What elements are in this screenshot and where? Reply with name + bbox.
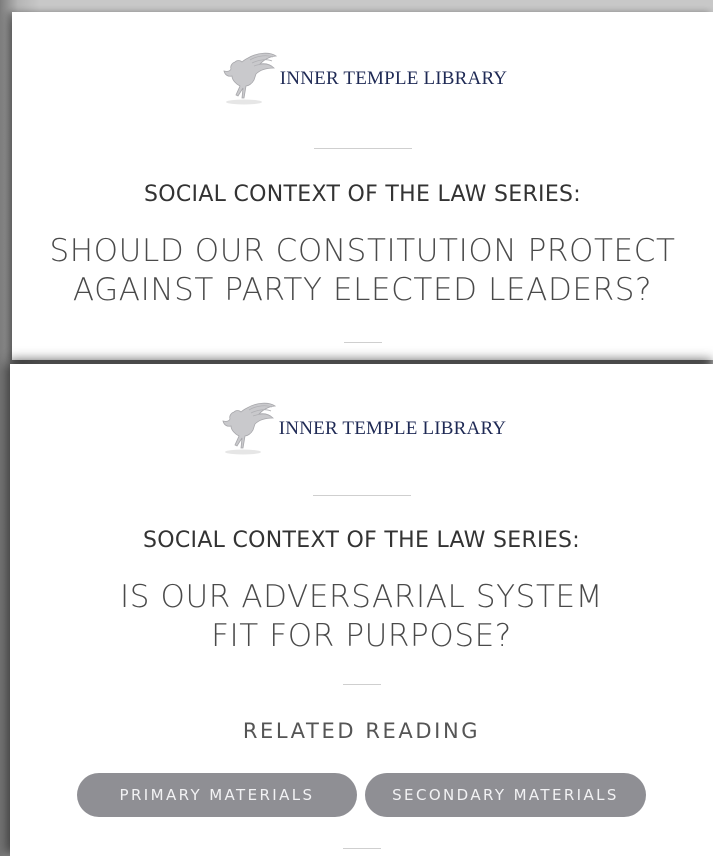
- library-logo[interactable]: INNER TEMPLE LIBRARY: [12, 50, 713, 106]
- event-title-line: FIT FOR PURPOSE?: [211, 617, 512, 654]
- divider: [343, 342, 382, 343]
- related-reading-heading: RELATED READING: [242, 719, 481, 743]
- primary-materials-button[interactable]: PRIMARY MATERIALS: [77, 773, 357, 817]
- library-logo[interactable]: INNER TEMPLE LIBRARY: [10, 400, 713, 456]
- series-label: SOCIAL CONTEXT OF THE LAW SERIES:: [143, 182, 582, 207]
- divider: [342, 848, 381, 849]
- event-title: SHOULD OUR CONSTITUTION PROTECT AGAINST …: [12, 232, 713, 310]
- series-label: SOCIAL CONTEXT OF THE LAW SERIES:: [142, 528, 581, 553]
- event-title-line: IS OUR ADVERSARIAL SYSTEM: [119, 579, 604, 615]
- library-name: INNER TEMPLE LIBRARY: [279, 68, 508, 89]
- pegasus-icon: [222, 402, 276, 455]
- screenshot-canvas: INNER TEMPLE LIBRARY SOCIAL CONTEXT OF T…: [0, 0, 713, 856]
- event-title-line: AGAINST PARTY ELECTED LEADERS?: [72, 271, 653, 308]
- event-title-line: SHOULD OUR CONSTITUTION PROTECT: [49, 233, 676, 269]
- related-reading-buttons: PRIMARY MATERIALS SECONDARY MATERIALS: [10, 773, 713, 817]
- divider: [312, 495, 411, 496]
- library-name: INNER TEMPLE LIBRARY: [278, 418, 507, 439]
- event-title: IS OUR ADVERSARIAL SYSTEM FIT FOR PURPOS…: [10, 578, 713, 656]
- divider: [313, 148, 412, 149]
- secondary-materials-button[interactable]: SECONDARY MATERIALS: [365, 773, 646, 817]
- pegasus-icon: [223, 52, 277, 105]
- divider: [342, 684, 381, 685]
- event-card-adversarial: INNER TEMPLE LIBRARY SOCIAL CONTEXT OF T…: [10, 364, 713, 856]
- event-card-constitution: INNER TEMPLE LIBRARY SOCIAL CONTEXT OF T…: [12, 12, 713, 360]
